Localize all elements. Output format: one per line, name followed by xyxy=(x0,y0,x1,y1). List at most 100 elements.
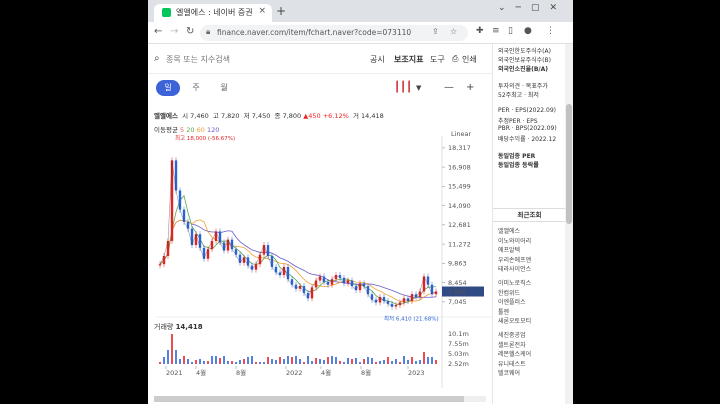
recent-stock-item[interactable]: 우리손에프앤 xyxy=(498,255,531,264)
volume-bar xyxy=(203,361,205,364)
volume-bar xyxy=(223,356,225,364)
volume-bar xyxy=(291,357,293,364)
volume-bar xyxy=(207,361,209,364)
media-icon[interactable]: ≡ xyxy=(492,26,500,36)
recent-stock-item[interactable]: 엘앨에스 xyxy=(498,226,520,235)
price-line xyxy=(159,160,437,307)
volume-bar xyxy=(263,362,265,364)
volume-bar xyxy=(219,358,221,364)
url-omnibox[interactable]: 🔒︎ finance.naver.com/item/fchart.naver?c… xyxy=(200,25,468,41)
volume-bar xyxy=(255,362,257,364)
volume-bar xyxy=(311,361,313,364)
volume-bar xyxy=(235,362,237,364)
side-per-line: PER · EPS(2022.09) xyxy=(498,107,557,114)
volume-bar xyxy=(231,361,233,364)
volume-bar xyxy=(411,357,413,364)
recent-stock-item[interactable]: 한컴위드 xyxy=(498,288,520,297)
url-text[interactable]: finance.naver.com/item/fchart.naver?code… xyxy=(217,28,411,37)
volume-bar xyxy=(195,360,197,364)
volume-bar xyxy=(247,357,249,364)
sidepanel-icon[interactable]: ▯ xyxy=(508,26,513,36)
volume-bar xyxy=(199,359,201,364)
side-peer-line: 동일업종 등락률 xyxy=(498,162,539,169)
volume-bar xyxy=(287,356,289,364)
y-tick-label: 11,272 xyxy=(448,240,471,248)
volume-bar xyxy=(183,356,185,364)
recent-stock-item[interactable]: 세진중공업 xyxy=(498,330,526,339)
tab-strip: 엘앨에스 : 네이버 증권 × + ⌄─▢✕ xyxy=(148,0,573,22)
page-content: ⌕ 공시 보조지표 도구 ⎙ 인쇄 일 주 월 ┃┃┃ ▼ — + 엘앨에스 시 xyxy=(148,44,573,404)
profile-avatar-icon[interactable]: ● xyxy=(524,26,532,36)
recent-stock-item[interactable]: 툴젠 xyxy=(498,307,509,316)
side-per-line: 배당수익률 · 2022.12 xyxy=(498,136,557,143)
recent-stock-item[interactable]: 레몬헬스케어 xyxy=(498,349,531,358)
recent-stock-item[interactable]: 텔코웨어 xyxy=(498,368,520,377)
volume-bar xyxy=(299,359,301,364)
kebab-menu-icon[interactable]: ⋮ xyxy=(546,26,555,36)
side-per-line: 추정PER · EPS xyxy=(498,118,538,125)
price-tag-label: 7,800 xyxy=(448,288,467,296)
volume-bar xyxy=(319,359,321,364)
chart-horizontal-scrollbar[interactable] xyxy=(154,396,486,402)
y-tick-label: 16,908 xyxy=(448,163,471,171)
recent-title[interactable]: 최근조회 xyxy=(493,208,565,222)
x-tick-label: 2022 xyxy=(286,369,303,377)
reload-icon[interactable]: ↻ xyxy=(186,26,194,37)
recent-stock-item[interactable]: 이엔플러스 xyxy=(498,297,526,306)
y-tick-label: 18,317 xyxy=(448,144,471,152)
browser-tab[interactable]: 엘앨에스 : 네이버 증권 × xyxy=(154,4,272,22)
volume-bar xyxy=(167,350,169,364)
forward-icon[interactable]: → xyxy=(170,26,178,37)
tab-close-icon[interactable]: × xyxy=(258,6,266,16)
new-tab-icon[interactable]: + xyxy=(276,4,286,18)
x-tick-label: 2021 xyxy=(166,369,183,377)
volume-bar xyxy=(275,360,277,364)
recent-stock-item[interactable]: 에프알텍 xyxy=(498,245,520,254)
x-tick-label: 2023 xyxy=(408,369,425,377)
chart-panel: ⌕ 공시 보조지표 도구 ⎙ 인쇄 일 주 월 ┃┃┃ ▼ — + 엘앨에스 시 xyxy=(148,44,492,404)
side-foreign-line: 외국인보유주식수(B) xyxy=(498,57,551,64)
recent-stock-item[interactable]: 이미노로직스 xyxy=(498,278,531,287)
side-peer-line: 동일업종 PER xyxy=(498,153,536,160)
share-icon[interactable]: ⇪ xyxy=(432,27,439,36)
volume-bar xyxy=(363,359,365,364)
volume-bar xyxy=(323,360,325,364)
ma120-line xyxy=(159,219,437,299)
window-controls[interactable]: ⌄─▢✕ xyxy=(498,3,567,13)
scrollbar-thumb[interactable] xyxy=(154,396,464,402)
volume-tick-label: 10.1m xyxy=(448,330,469,338)
volume-bar xyxy=(383,360,385,364)
volume-bar xyxy=(419,360,421,364)
recent-stock-item[interactable]: 이노와이어리 xyxy=(498,236,531,245)
page-vertical-scrollbar[interactable] xyxy=(565,44,573,404)
page-scroll-thumb[interactable] xyxy=(566,104,572,224)
volume-bar xyxy=(359,362,361,364)
ma60-line xyxy=(159,219,437,303)
volume-bar xyxy=(303,362,305,364)
volume-bar xyxy=(159,362,161,364)
low-annotation: 최저 6,410 (21.68%) xyxy=(384,315,439,323)
volume-title: 거래량 14,418 xyxy=(154,322,203,332)
recent-stock-item[interactable]: 새론오토모티 xyxy=(498,316,531,325)
volume-bar xyxy=(371,358,373,364)
tab-title: 엘앨에스 : 네이버 증권 xyxy=(176,8,253,17)
recent-stock-item[interactable]: 유니테스트 xyxy=(498,359,526,368)
back-icon[interactable]: ← xyxy=(154,26,162,37)
volume-bar xyxy=(283,359,285,364)
volume-bar xyxy=(163,357,165,364)
recent-stock-item[interactable]: 셀트론전자 xyxy=(498,340,526,349)
volume-bar xyxy=(315,358,317,364)
volume-bar xyxy=(239,360,241,364)
bookmark-star-icon[interactable]: ☆ xyxy=(450,27,457,36)
volume-bar xyxy=(271,359,273,364)
volume-bar xyxy=(339,361,341,364)
volume-bar xyxy=(355,358,357,364)
volume-bar xyxy=(267,357,269,364)
y-tick-label: 14,090 xyxy=(448,202,471,210)
side-per-line: PBR · BPS(2022.09) xyxy=(498,125,557,132)
price-chart[interactable]: 7,045 7,8008,454 9,863 11,272 12,681 14,090 15… xyxy=(148,44,492,396)
volume-bar xyxy=(171,334,173,364)
recent-stock-item[interactable]: 테라사이언스 xyxy=(498,264,531,273)
extension-puzzle-icon[interactable]: ✚ xyxy=(476,26,484,36)
volume-bar xyxy=(295,356,297,364)
